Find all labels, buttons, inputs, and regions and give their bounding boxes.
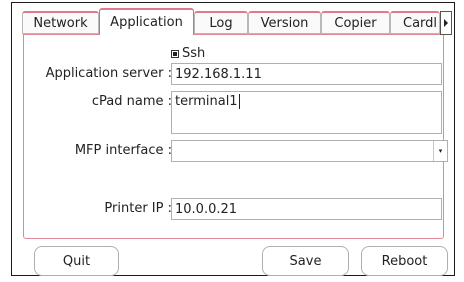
cpad-name-value: terminal1: [175, 94, 238, 109]
app-server-label: Application server :: [45, 66, 172, 81]
printer-ip-value: 10.0.0.21: [175, 201, 238, 217]
ssh-checkbox-row[interactable]: Ssh: [171, 46, 205, 61]
tab-label: Cardl: [403, 15, 438, 31]
save-button-label: Save: [289, 253, 322, 269]
app-server-input[interactable]: 192.168.1.11: [171, 63, 442, 85]
tab-application[interactable]: Application: [99, 8, 194, 35]
tab-copier[interactable]: Copier: [321, 11, 390, 34]
tab-network[interactable]: Network: [22, 11, 99, 34]
tab-label: Network: [33, 15, 88, 31]
tab-label: Version: [260, 15, 309, 31]
tab-scroll-right-button[interactable]: [440, 11, 452, 35]
text-caret: [238, 94, 240, 109]
quit-button-label: Quit: [62, 253, 91, 269]
printer-ip-input[interactable]: 10.0.0.21: [171, 198, 442, 220]
reboot-button[interactable]: Reboot: [361, 246, 448, 276]
tab-label: Application: [110, 15, 183, 30]
save-button[interactable]: Save: [262, 246, 349, 276]
reboot-button-label: Reboot: [381, 253, 428, 269]
cpad-name-textarea[interactable]: terminal1: [171, 91, 442, 134]
ssh-label: Ssh: [182, 46, 206, 61]
tab-cardl[interactable]: Cardl: [390, 11, 440, 34]
mfp-interface-select[interactable]: ▾: [171, 140, 448, 162]
cpad-name-label: cPad name :: [91, 94, 172, 109]
tab-label: Log: [209, 15, 233, 31]
chevron-right-icon: [444, 19, 448, 27]
tab-version[interactable]: Version: [248, 11, 321, 34]
tab-bar: Network Application Log Version Copier C…: [22, 8, 452, 35]
quit-button[interactable]: Quit: [34, 246, 119, 276]
ssh-checkbox[interactable]: [171, 49, 179, 58]
mfp-interface-label: MFP interface :: [74, 143, 172, 158]
tab-log[interactable]: Log: [194, 11, 248, 34]
tab-label: Copier: [334, 15, 377, 31]
app-server-value: 192.168.1.11: [175, 66, 262, 82]
dropdown-arrow-icon[interactable]: ▾: [433, 141, 447, 161]
printer-ip-label: Printer IP :: [104, 201, 172, 216]
